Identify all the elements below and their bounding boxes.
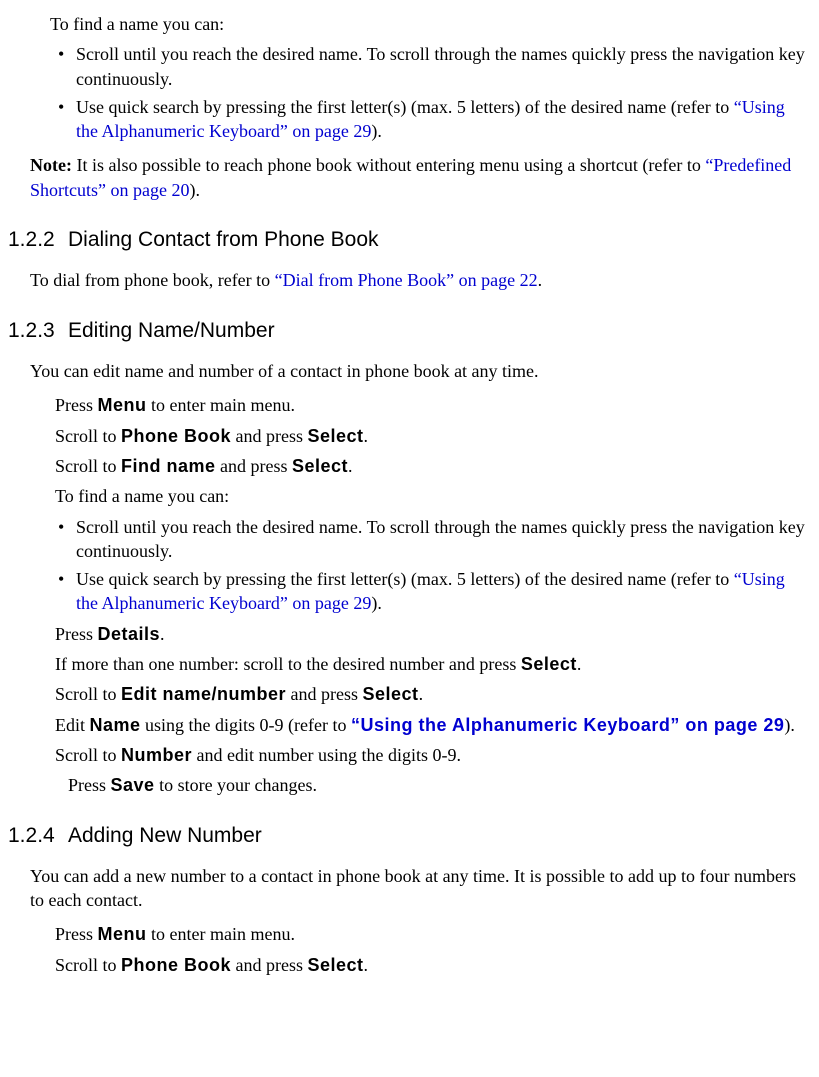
bullet-dot-icon: • <box>58 95 76 144</box>
step-more-than-one-number: If more than one number: scroll to the d… <box>55 652 819 676</box>
bullet-text-part: Use quick search by pressing the first l… <box>76 97 734 117</box>
step-scroll-edit-name-number: Scroll to Edit name/number and press Sel… <box>55 682 819 706</box>
step-scroll-phonebook: Scroll to Phone Book and press Select. <box>55 424 819 448</box>
section-body-text: To dial from phone book, refer to “Dial … <box>30 268 819 292</box>
bullet-text-part: Use quick search by pressing the first l… <box>76 569 734 589</box>
bullet-text: Scroll until you reach the desired name.… <box>76 515 809 564</box>
step-text-part: and press <box>231 955 307 975</box>
bullet-item: • Scroll until you reach the desired nam… <box>58 42 819 91</box>
bullet-dot-icon: • <box>58 567 76 616</box>
step-press-menu: Press Menu to enter main menu. <box>55 922 819 946</box>
note-label: Note: <box>30 155 72 175</box>
step-text-part: and edit number using the digits 0-9. <box>192 745 461 765</box>
step-press-save: Press Save to store your changes. <box>68 773 819 797</box>
menu-key: Name <box>90 715 141 735</box>
document-page: To find a name you can: • Scroll until y… <box>0 0 819 977</box>
step-text-part: Scroll to <box>55 955 121 975</box>
heading-number: 1.2.3 <box>8 317 68 345</box>
menu-key: Menu <box>98 924 147 944</box>
step-press-menu: Press Menu to enter main menu. <box>55 393 819 417</box>
menu-key: Select <box>521 654 577 674</box>
menu-key: Number <box>121 745 192 765</box>
section-heading-122: 1.2.2 Dialing Contact from Phone Book <box>0 226 819 254</box>
step-text-part: and press <box>231 426 307 446</box>
menu-key: Select <box>308 955 364 975</box>
menu-key: Edit name/number <box>121 684 286 704</box>
section-heading-123: 1.2.3 Editing Name/Number <box>0 317 819 345</box>
bullet-text: Scroll until you reach the desired name.… <box>76 42 809 91</box>
heading-number: 1.2.4 <box>8 822 68 850</box>
step-press-details: Press Details. <box>55 622 819 646</box>
step-text-part: and press <box>216 456 292 476</box>
step-text-part: to store your changes. <box>155 775 317 795</box>
menu-key: Menu <box>98 395 147 415</box>
heading-number: 1.2.2 <box>8 226 68 254</box>
section-intro-text: You can add a new number to a contact in… <box>30 864 819 913</box>
bullet-text: Use quick search by pressing the first l… <box>76 567 809 616</box>
find-name-intro-text: To find a name you can: <box>55 484 819 508</box>
body-text-part: To dial from phone book, refer to <box>30 270 275 290</box>
step-scroll-number: Scroll to Number and edit number using t… <box>55 743 819 767</box>
bullet-item: • Scroll until you reach the desired nam… <box>58 515 819 564</box>
cross-reference-link[interactable]: “Using the Alphanumeric Keyboard” on pag… <box>351 715 784 735</box>
step-text-part: Press <box>55 924 98 944</box>
step-text-part: . <box>577 654 582 674</box>
menu-key: Phone Book <box>121 955 231 975</box>
step-text-part: Scroll to <box>55 456 121 476</box>
step-text-part: If more than one number: scroll to the d… <box>55 654 521 674</box>
step-text-part: to enter main menu. <box>147 924 295 944</box>
menu-key: Details <box>98 624 161 644</box>
menu-key: Select <box>308 426 364 446</box>
body-text-part: . <box>538 270 543 290</box>
heading-title: Dialing Contact from Phone Book <box>68 226 819 254</box>
menu-key: Select <box>363 684 419 704</box>
heading-title: Editing Name/Number <box>68 317 819 345</box>
menu-key: Phone Book <box>121 426 231 446</box>
menu-key: Find name <box>121 456 216 476</box>
step-text-part: Scroll to <box>55 684 121 704</box>
bullet-dot-icon: • <box>58 42 76 91</box>
step-text-part: . <box>419 684 424 704</box>
step-scroll-findname: Scroll to Find name and press Select. <box>55 454 819 478</box>
note-paragraph: Note: It is also possible to reach phone… <box>30 153 819 202</box>
section-intro-text: You can edit name and number of a contac… <box>30 359 819 383</box>
step-text-part: using the digits 0-9 (refer to <box>141 715 351 735</box>
step-text-part: . <box>160 624 165 644</box>
heading-title: Adding New Number <box>68 822 819 850</box>
step-text-part: . <box>348 456 353 476</box>
cross-reference-link[interactable]: “Dial from Phone Book” on page 22 <box>275 270 538 290</box>
step-text-part: . <box>364 955 369 975</box>
step-scroll-phonebook: Scroll to Phone Book and press Select. <box>55 953 819 977</box>
find-name-intro-text: To find a name you can: <box>50 12 819 36</box>
note-body-part: It is also possible to reach phone book … <box>72 155 705 175</box>
step-text-part: and press <box>286 684 362 704</box>
bullet-text-part: ). <box>371 593 382 613</box>
step-text-part: Press <box>68 775 111 795</box>
bullet-text-part: ). <box>371 121 382 141</box>
bullet-item: • Use quick search by pressing the first… <box>58 567 819 616</box>
step-text-part: to enter main menu. <box>147 395 295 415</box>
menu-key: Select <box>292 456 348 476</box>
bullet-dot-icon: • <box>58 515 76 564</box>
step-text-part: ). <box>784 715 795 735</box>
section-heading-124: 1.2.4 Adding New Number <box>0 822 819 850</box>
menu-key: Save <box>111 775 155 795</box>
bullet-text: Use quick search by pressing the first l… <box>76 95 809 144</box>
step-text-part: Scroll to <box>55 745 121 765</box>
step-edit-name: Edit Name using the digits 0-9 (refer to… <box>55 713 819 737</box>
bullet-item: • Use quick search by pressing the first… <box>58 95 819 144</box>
step-text-part: Scroll to <box>55 426 121 446</box>
step-text-part: Press <box>55 395 98 415</box>
note-body-part: ). <box>189 180 200 200</box>
step-text-part: Edit <box>55 715 90 735</box>
step-text-part: . <box>364 426 369 446</box>
step-text-part: Press <box>55 624 98 644</box>
